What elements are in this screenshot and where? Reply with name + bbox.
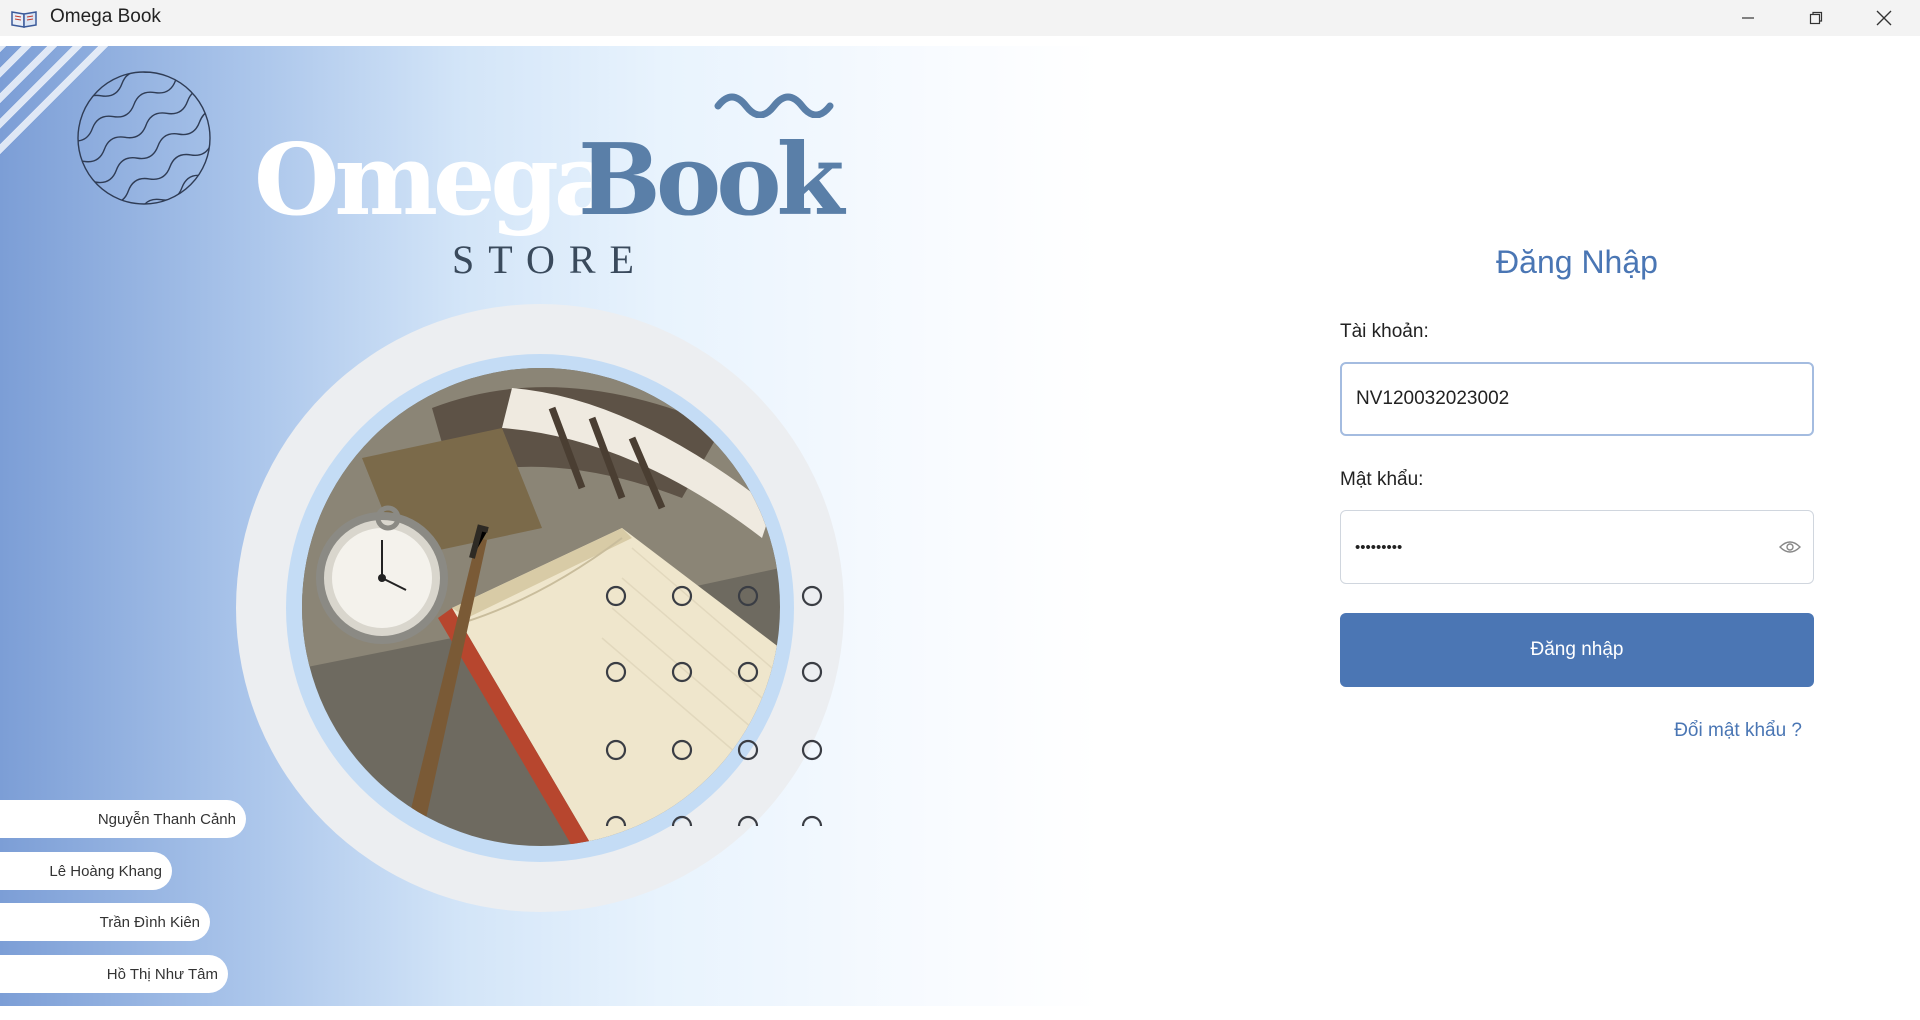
username-input[interactable]: NV120032023002 — [1340, 362, 1814, 436]
credit-label: Trần Đình Kiên — [0, 903, 210, 941]
wave-circle-decoration — [77, 71, 211, 205]
restore-button[interactable] — [1782, 0, 1850, 36]
close-icon — [1876, 10, 1892, 26]
password-label: Mật khẩu: — [1340, 469, 1424, 490]
credit-label: Nguyễn Thanh Cảnh — [0, 800, 246, 838]
change-password-link[interactable]: Đổi mật khẩu ? — [1600, 720, 1802, 742]
window-title: Omega Book — [50, 6, 161, 27]
credit-label: Lê Hoàng Khang — [0, 852, 172, 890]
logo-store: STORE — [452, 237, 648, 282]
login-button[interactable]: Đăng nhập — [1340, 613, 1814, 687]
username-value: NV120032023002 — [1356, 388, 1510, 409]
password-value: ••••••••• — [1355, 538, 1403, 556]
title-bar: Omega Book — [0, 0, 1920, 36]
logo-omega: Omega — [254, 123, 617, 238]
book-icon — [10, 8, 38, 28]
login-title: Đăng Nhập — [1496, 244, 1658, 280]
minimize-icon — [1742, 17, 1754, 19]
password-input[interactable]: ••••••••• — [1340, 510, 1814, 584]
logo-book: Book — [578, 123, 844, 238]
logo-waves-icon — [714, 93, 834, 118]
dot-grid-decoration — [605, 585, 823, 826]
restore-icon — [1809, 11, 1823, 25]
eye-icon[interactable] — [1779, 539, 1801, 555]
hero-panel: Omega Book STORE Nguyễn Thanh Cảnh Lê Ho… — [0, 46, 1100, 1006]
username-label: Tài khoản: — [1340, 321, 1429, 342]
close-button[interactable] — [1850, 0, 1918, 36]
minimize-button[interactable] — [1714, 0, 1782, 36]
credit-label: Hồ Thị Như Tâm — [0, 955, 228, 993]
